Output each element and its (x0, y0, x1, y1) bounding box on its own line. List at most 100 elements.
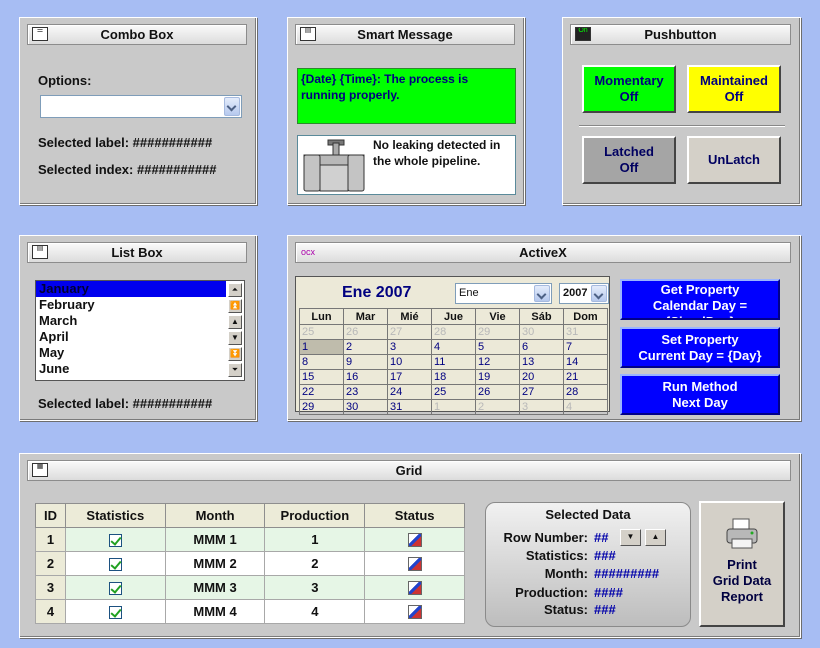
calendar-day[interactable]: 31 (563, 324, 608, 340)
data-grid[interactable]: ID Statistics Month Production Status 1 … (35, 503, 465, 624)
calendar-day[interactable]: 23 (343, 384, 388, 400)
year-select[interactable]: 2007 (559, 283, 609, 304)
cell-status[interactable] (364, 527, 465, 552)
table-row[interactable]: 1 MMM 1 1 (35, 527, 465, 552)
calendar-day[interactable]: 26 (343, 324, 388, 340)
calendar-day[interactable]: 30 (343, 399, 388, 415)
calendar-day[interactable]: 13 (519, 354, 564, 370)
calendar-day[interactable]: 3 (519, 399, 564, 415)
chevron-down-icon[interactable] (224, 97, 240, 116)
scroll-up-icon[interactable]: ▲ (228, 315, 242, 329)
momentary-button[interactable]: Momentary Off (582, 65, 676, 113)
calendar-day[interactable]: 27 (519, 384, 564, 400)
set-property-button[interactable]: Set Property Current Day = {Day} (620, 327, 780, 368)
cell-id[interactable]: 4 (35, 599, 66, 624)
checkbox-checked[interactable] (108, 606, 122, 620)
cell-month[interactable]: MMM 3 (164, 575, 266, 600)
cell-status[interactable] (364, 551, 465, 576)
calendar-day[interactable]: 11 (431, 354, 476, 370)
calendar-day[interactable]: 20 (519, 369, 564, 385)
column-header-month[interactable]: Month (164, 503, 266, 528)
calendar-control[interactable]: Ene 2007 Ene 2007 Lun Mar Mié Jue Vie Sá… (295, 276, 610, 415)
calendar-day[interactable]: 30 (519, 324, 564, 340)
cell-month[interactable]: MMM 2 (164, 551, 266, 576)
cell-status[interactable] (364, 575, 465, 600)
calendar-day[interactable]: 26 (475, 384, 520, 400)
cell-production[interactable]: 3 (264, 575, 366, 600)
calendar-day-selected[interactable]: 1 (299, 339, 344, 355)
calendar-day[interactable]: 9 (343, 354, 388, 370)
checkbox-checked[interactable] (108, 534, 122, 548)
table-row[interactable]: 2 MMM 2 2 (35, 551, 465, 576)
calendar-day[interactable]: 10 (387, 354, 432, 370)
calendar-day[interactable]: 24 (387, 384, 432, 400)
calendar-day[interactable]: 7 (563, 339, 608, 355)
latched-button[interactable]: Latched Off (582, 136, 676, 184)
list-item[interactable]: May (36, 345, 244, 361)
calendar-day[interactable]: 2 (475, 399, 520, 415)
cell-month[interactable]: MMM 4 (164, 599, 266, 624)
options-combo[interactable] (40, 95, 242, 118)
cell-id[interactable]: 3 (35, 575, 66, 600)
calendar-day[interactable]: 4 (563, 399, 608, 415)
calendar-day[interactable]: 25 (431, 384, 476, 400)
table-row[interactable]: 4 MMM 4 4 (35, 599, 465, 624)
calendar-day[interactable]: 15 (299, 369, 344, 385)
calendar-day[interactable]: 28 (431, 324, 476, 340)
calendar-day[interactable]: 6 (519, 339, 564, 355)
calendar-day[interactable]: 5 (475, 339, 520, 355)
unlatch-button[interactable]: UnLatch (687, 136, 781, 184)
calendar-day[interactable]: 3 (387, 339, 432, 355)
cell-production[interactable]: 2 (264, 551, 366, 576)
calendar-day[interactable]: 8 (299, 354, 344, 370)
cell-production[interactable]: 4 (264, 599, 366, 624)
calendar-day[interactable]: 29 (299, 399, 344, 415)
cell-statistics[interactable] (64, 575, 166, 600)
scroll-page-down-icon[interactable]: ⏬ (228, 347, 242, 361)
list-item[interactable]: January (36, 281, 226, 297)
scroll-page-up-icon[interactable]: ⏫ (228, 299, 242, 313)
cell-id[interactable]: 2 (35, 551, 66, 576)
cell-statistics[interactable] (64, 527, 166, 552)
row-up-button[interactable]: ▲ (645, 529, 666, 546)
calendar-day[interactable]: 18 (431, 369, 476, 385)
calendar-day[interactable]: 19 (475, 369, 520, 385)
calendar-day[interactable]: 21 (563, 369, 608, 385)
cell-production[interactable]: 1 (264, 527, 366, 552)
checkbox-checked[interactable] (108, 558, 122, 572)
calendar-day[interactable]: 17 (387, 369, 432, 385)
list-item[interactable]: June (36, 361, 244, 377)
calendar-day[interactable]: 12 (475, 354, 520, 370)
calendar-day[interactable]: 25 (299, 324, 344, 340)
month-select[interactable]: Ene (455, 283, 552, 304)
cell-id[interactable]: 1 (35, 527, 66, 552)
maintained-button[interactable]: Maintained Off (687, 65, 781, 113)
calendar-day[interactable]: 14 (563, 354, 608, 370)
scroll-top-icon[interactable]: ⏶ (228, 283, 242, 297)
column-header-id[interactable]: ID (35, 503, 66, 528)
calendar-day[interactable]: 22 (299, 384, 344, 400)
run-method-button[interactable]: Run Method Next Day (620, 374, 780, 415)
cell-month[interactable]: MMM 1 (164, 527, 266, 552)
table-row[interactable]: 3 MMM 3 3 (35, 575, 465, 600)
list-item[interactable]: April (36, 329, 244, 345)
chevron-down-icon[interactable] (591, 285, 607, 302)
calendar-day[interactable]: 4 (431, 339, 476, 355)
calendar-day[interactable]: 27 (387, 324, 432, 340)
row-down-button[interactable]: ▼ (620, 529, 641, 546)
list-item[interactable]: March (36, 313, 244, 329)
column-header-statistics[interactable]: Statistics (64, 503, 166, 528)
calendar-day[interactable]: 29 (475, 324, 520, 340)
column-header-status[interactable]: Status (364, 503, 465, 528)
calendar-day[interactable]: 28 (563, 384, 608, 400)
cell-status[interactable] (364, 599, 465, 624)
calendar-day[interactable]: 16 (343, 369, 388, 385)
print-report-button[interactable]: Print Grid Data Report (699, 501, 785, 627)
column-header-production[interactable]: Production (264, 503, 366, 528)
scroll-bottom-icon[interactable]: ⏷ (228, 363, 242, 377)
month-listbox[interactable]: January February March April May June ⏶ … (35, 280, 245, 381)
list-item[interactable]: February (36, 297, 244, 313)
get-property-button[interactable]: Get Property Calendar Day = {SimulDay} (620, 279, 780, 320)
checkbox-checked[interactable] (108, 582, 122, 596)
calendar-day[interactable]: 1 (431, 399, 476, 415)
